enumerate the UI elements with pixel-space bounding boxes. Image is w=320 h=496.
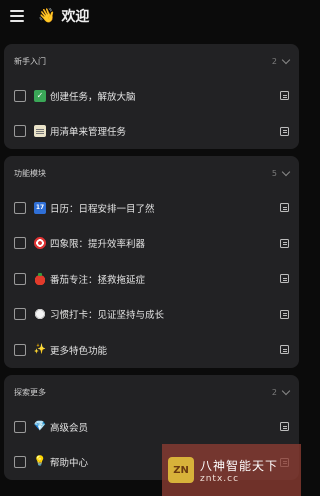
section-getting-started: 新手入门 2 ✓ 创建任务，解放大脑 用清单来管理任务 [4, 44, 299, 149]
section-count: 2 [271, 56, 277, 66]
note-icon[interactable] [280, 422, 289, 432]
notepad-icon [34, 125, 46, 138]
note-icon[interactable] [280, 309, 289, 319]
alarm-clock-icon [34, 308, 46, 321]
task-item[interactable]: 习惯打卡：见证坚持与成长 [4, 297, 299, 333]
note-icon[interactable] [280, 203, 289, 213]
task-title: 番茄专注：拯救拖延症 [50, 274, 146, 286]
task-checkbox[interactable] [14, 89, 26, 102]
task-checkbox[interactable] [14, 272, 26, 285]
note-icon[interactable] [280, 238, 289, 248]
note-icon[interactable] [280, 274, 289, 284]
task-item[interactable]: ✓ 创建任务，解放大脑 [4, 78, 299, 114]
task-checkbox[interactable] [14, 343, 26, 356]
section-title: 探索更多 [14, 387, 46, 397]
task-title: 创建任务，解放大脑 [50, 91, 136, 103]
section-count: 5 [271, 168, 277, 178]
task-title: 习惯打卡：见证坚持与成长 [50, 310, 165, 322]
task-title: 日历：日程安排一目了然 [50, 203, 155, 215]
task-item[interactable]: 用清单来管理任务 [4, 114, 299, 150]
section-header[interactable]: 新手入门 2 [4, 44, 299, 78]
section-header[interactable]: 探索更多 2 [4, 375, 299, 409]
page-title: 欢迎 [61, 9, 90, 25]
task-title: 高级会员 [50, 422, 89, 434]
task-title: 用清单来管理任务 [50, 127, 127, 139]
note-icon[interactable] [280, 91, 289, 101]
hamburger-menu-icon[interactable] [10, 10, 24, 22]
gem-icon: 💎 [33, 420, 47, 432]
calendar-icon: 17 [34, 201, 46, 214]
section-title: 新手入门 [14, 56, 46, 66]
section-title: 功能模块 [14, 168, 46, 178]
chevron-down-icon[interactable] [281, 55, 291, 64]
site-watermark: ZN 八神智能天下 zntx.cc [162, 444, 301, 496]
task-item[interactable]: 💎 高级会员 [4, 409, 299, 445]
task-checkbox[interactable] [14, 201, 26, 214]
task-item[interactable]: 番茄专注：拯救拖延症 [4, 261, 299, 297]
task-checkbox[interactable] [14, 308, 26, 321]
task-checkbox[interactable] [14, 456, 26, 469]
sparkles-icon: ✨ [33, 343, 47, 355]
tomato-icon [34, 272, 46, 285]
note-icon[interactable] [280, 126, 289, 136]
waving-hand-icon: 👋 [38, 8, 56, 24]
section-count: 2 [271, 387, 277, 397]
check-mark-icon: ✓ [34, 89, 46, 102]
task-item[interactable]: 四象限：提升效率利器 [4, 226, 299, 262]
note-icon[interactable] [280, 345, 289, 355]
task-title: 更多特色功能 [50, 345, 108, 357]
task-checkbox[interactable] [14, 237, 26, 250]
watermark-logo-icon: ZN [168, 457, 194, 483]
task-checkbox[interactable] [14, 420, 26, 433]
watermark-title: 八神智能天下 [200, 458, 279, 473]
task-item[interactable]: 17 日历：日程安排一目了然 [4, 190, 299, 226]
chevron-down-icon[interactable] [281, 167, 291, 176]
section-header[interactable]: 功能模块 5 [4, 156, 299, 190]
task-item[interactable]: ✨ 更多特色功能 [4, 332, 299, 368]
target-icon [34, 237, 46, 250]
top-bar: 👋 欢迎 [0, 0, 301, 32]
chevron-down-icon[interactable] [281, 386, 291, 395]
light-bulb-icon: 💡 [33, 456, 47, 468]
task-checkbox[interactable] [14, 125, 26, 138]
watermark-url: zntx.cc [200, 473, 240, 484]
section-features: 功能模块 5 17 日历：日程安排一目了然 四象限：提升效率利器 番茄专注：拯救… [4, 156, 299, 368]
task-title: 四象限：提升效率利器 [50, 239, 146, 251]
